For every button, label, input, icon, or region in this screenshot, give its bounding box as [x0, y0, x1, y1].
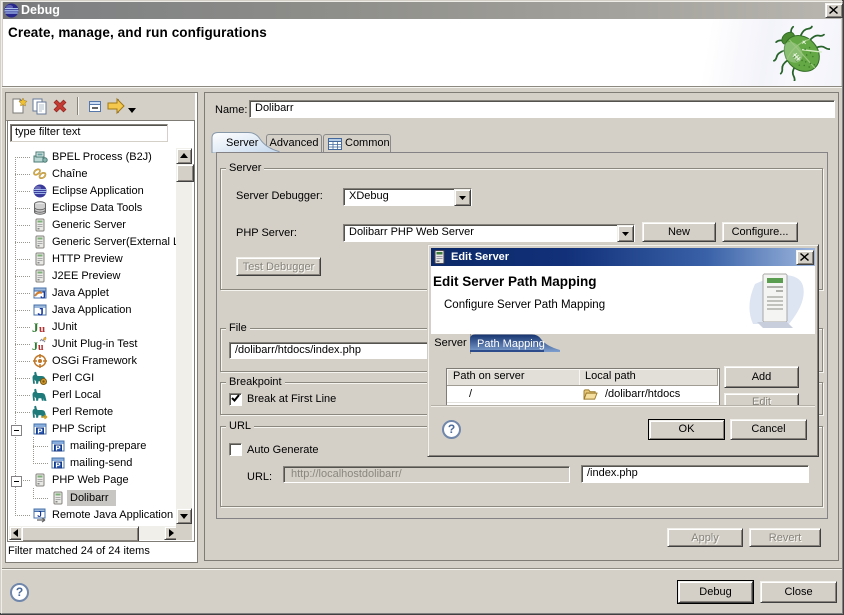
svg-text:Path Mapping: Path Mapping	[477, 338, 545, 350]
svg-text:Server: Server	[226, 137, 259, 149]
